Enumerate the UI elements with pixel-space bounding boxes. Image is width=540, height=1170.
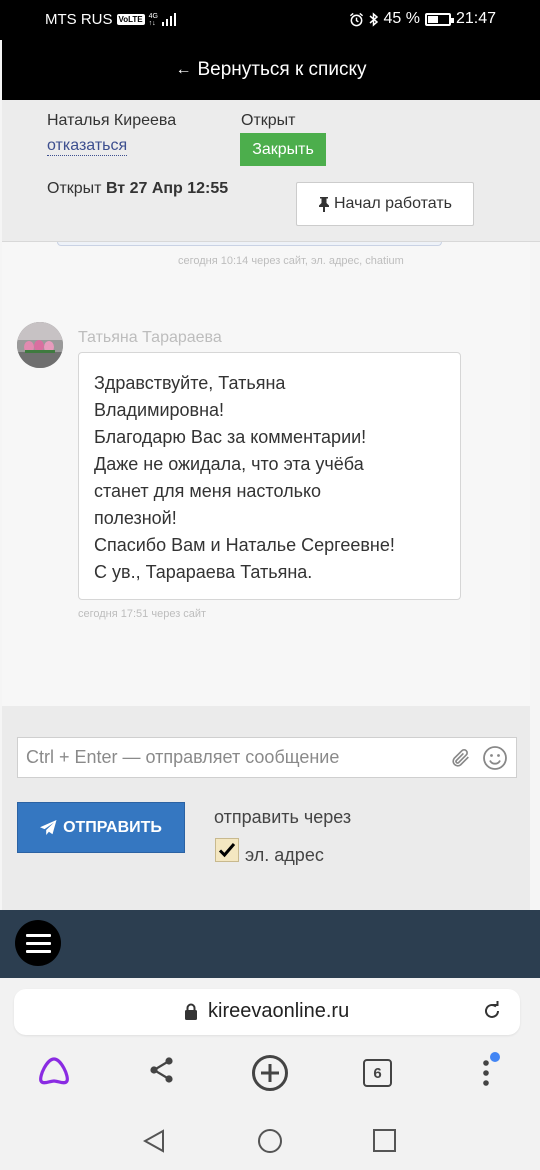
close-ticket-button[interactable]: Закрыть: [240, 133, 326, 166]
message-line: Даже не ожидала, что эта учёба: [94, 454, 364, 474]
address-bar[interactable]: kireevaonline.ru: [14, 989, 520, 1035]
message-line: Спасибо Вам и Наталье Сергеевне!: [94, 535, 395, 555]
message-line: Благодарю Вас за комментарии!: [94, 427, 367, 447]
battery-percent: 45 %: [383, 10, 420, 27]
back-to-list-link[interactable]: ← Вернуться к списку: [2, 40, 540, 100]
web-page: ← Вернуться к списку Наталья Киреева отк…: [0, 40, 540, 910]
back-label: Вернуться к списку: [197, 59, 367, 80]
network-type: 4G ↑↓: [148, 12, 158, 27]
volte-badge: VoLTE: [116, 14, 145, 25]
page-url: kireevaonline.ru: [208, 1000, 350, 1022]
back-triangle-icon[interactable]: [143, 1129, 165, 1153]
signal-icon: [162, 13, 176, 26]
message-input-box: [17, 737, 517, 778]
system-navigation-bar: [0, 1110, 540, 1170]
message-thread: сегодня 10:14 через сайт, эл. адрес, cha…: [2, 242, 530, 706]
previous-message-bubble: [57, 242, 442, 246]
bluetooth-icon: [369, 11, 379, 27]
message-line: полезной!: [94, 508, 177, 528]
message-author: Татьяна Тарараева: [78, 329, 222, 346]
refuse-link[interactable]: отказаться: [47, 137, 128, 156]
message-line: С ув., Тарараева Татьяна.: [94, 562, 313, 582]
lock-icon: [185, 1003, 197, 1020]
reply-composer: ОТПРАВИТЬ отправить через эл. адрес: [2, 706, 530, 910]
home-circle-icon[interactable]: [257, 1128, 283, 1154]
browser-toolbar: kireevaonline.ru 6: [0, 978, 540, 1110]
paper-plane-icon: [40, 819, 57, 835]
tabs-counter[interactable]: 6: [363, 1059, 392, 1087]
message-line: Здравствуйте, Татьяна: [94, 373, 286, 393]
new-tab-icon[interactable]: [251, 1054, 289, 1092]
send-button[interactable]: ОТПРАВИТЬ: [17, 802, 185, 853]
battery-icon: [424, 12, 454, 26]
carrier-name: MTS RUS: [45, 11, 113, 28]
email-checkbox-label: эл. адрес: [245, 845, 324, 865]
status-bar: MTS RUS VoLTE 4G ↑↓ 45 % 21:47: [0, 0, 540, 40]
share-icon[interactable]: [148, 1056, 175, 1084]
message-line: Владимировна!: [94, 400, 225, 420]
message-input[interactable]: [18, 738, 438, 777]
send-via-label: отправить через: [214, 807, 352, 827]
previous-message-meta: сегодня 10:14 через сайт, эл. адрес, cha…: [178, 255, 404, 267]
emoji-icon[interactable]: [482, 745, 508, 771]
arrow-left-icon: ←: [175, 61, 192, 78]
site-bottom-bar: [0, 910, 540, 978]
avatar: [17, 322, 63, 368]
attach-icon[interactable]: [450, 747, 472, 769]
alarm-icon: [350, 12, 364, 26]
message-line: станет для меня настолько: [94, 481, 322, 501]
assignee-name: Наталья Киреева: [47, 112, 177, 129]
clock: 21:47: [455, 10, 496, 27]
menu-button[interactable]: [15, 920, 61, 966]
alice-assistant-icon[interactable]: [37, 1056, 71, 1086]
notification-dot: [490, 1052, 500, 1062]
email-checkbox[interactable]: [215, 838, 239, 862]
opened-date: Открыт Вт 27 Апр 12:55: [47, 180, 229, 197]
more-options-icon[interactable]: [481, 1058, 491, 1088]
checkmark-icon: [218, 843, 236, 858]
ticket-info-panel: Наталья Киреева отказаться Открыт Закрыт…: [2, 100, 540, 242]
send-label: ОТПРАВИТЬ: [63, 818, 162, 836]
start-work-label: Начал работать: [334, 195, 452, 212]
message-meta: сегодня 17:51 через сайт: [78, 608, 207, 620]
reload-icon[interactable]: [482, 1001, 502, 1021]
recent-apps-icon[interactable]: [373, 1129, 396, 1152]
ticket-status: Открыт: [241, 112, 296, 129]
pin-icon: [319, 197, 329, 212]
start-work-button[interactable]: Начал работать: [296, 182, 474, 226]
message-bubble: Здравствуйте, Татьяна Владимировна! Благ…: [78, 352, 461, 600]
